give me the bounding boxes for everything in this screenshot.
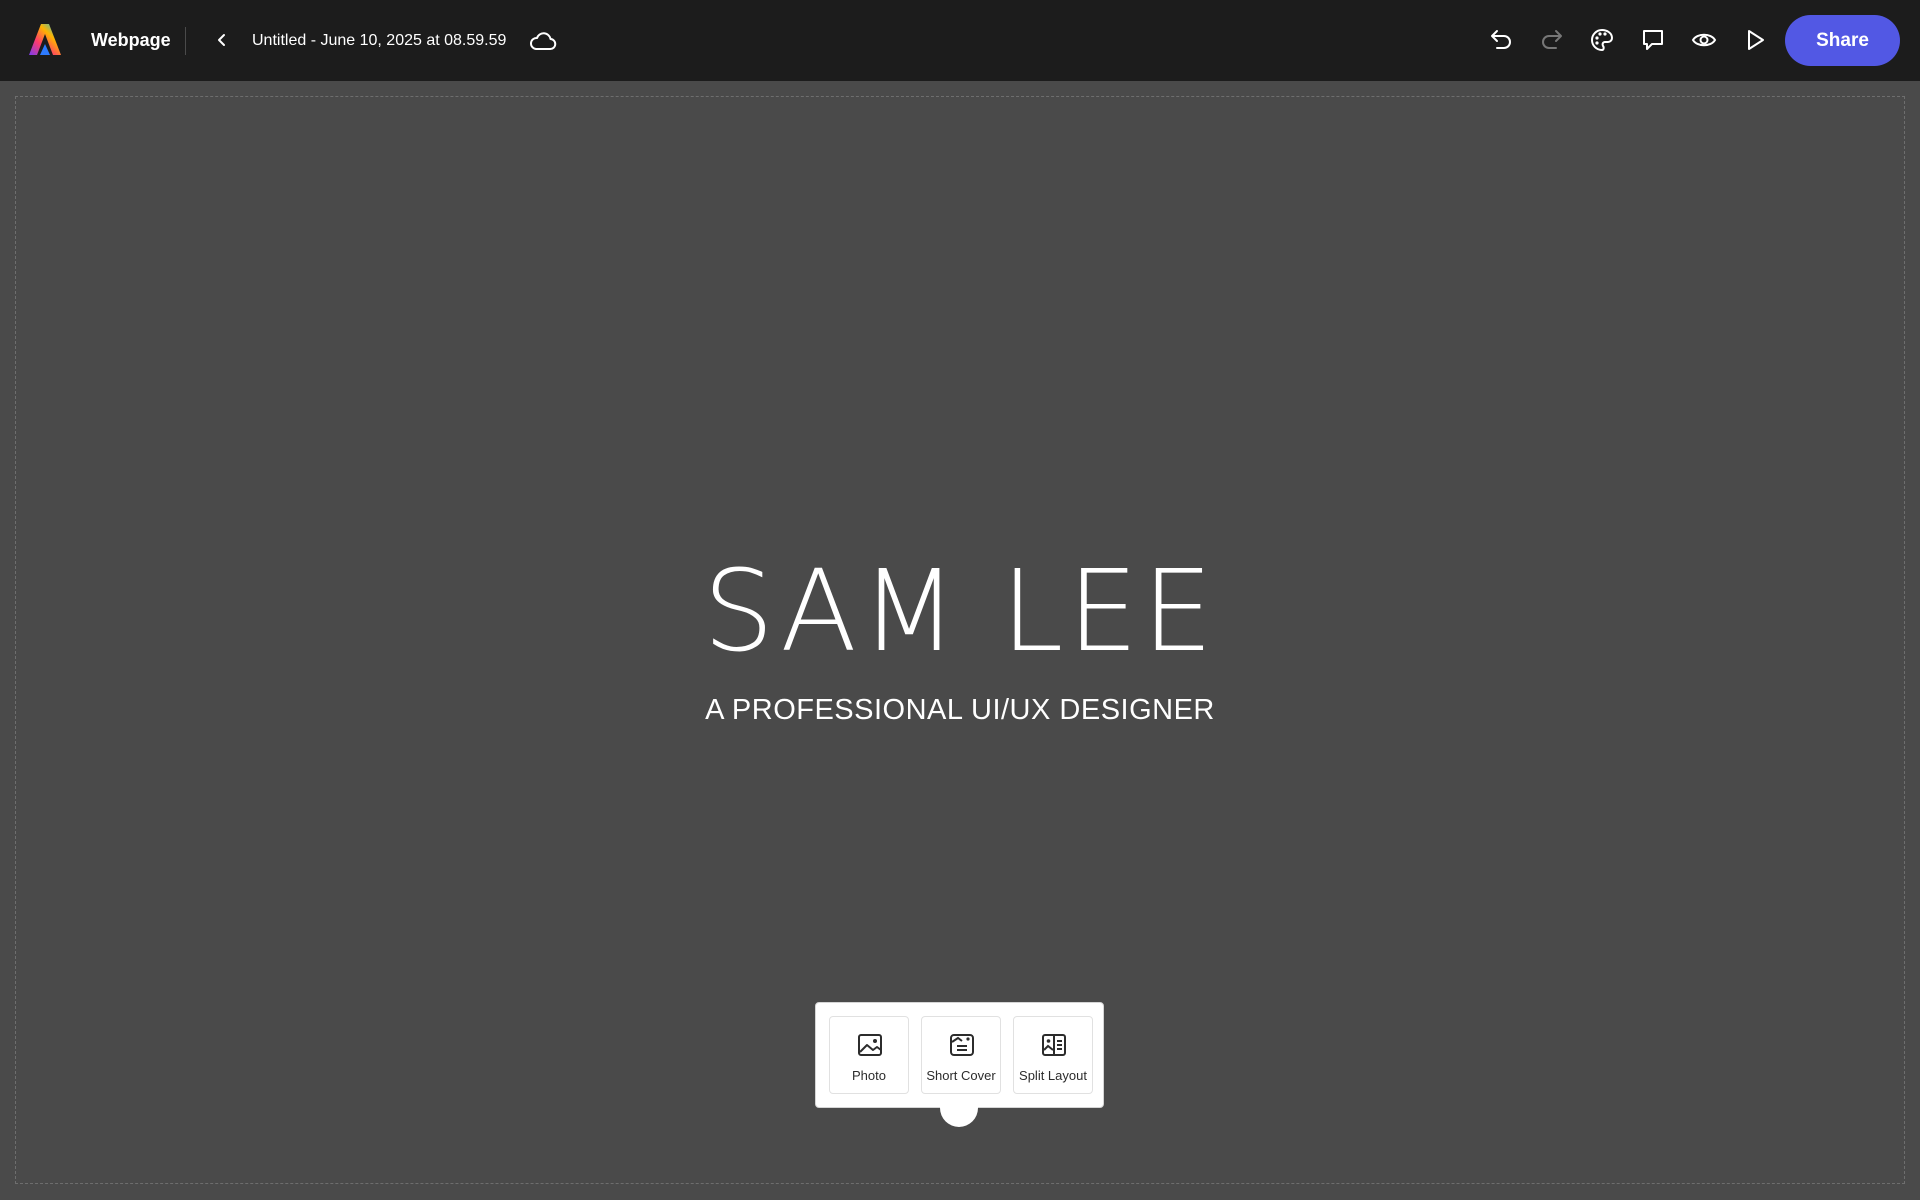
adobe-express-logo[interactable] <box>28 22 62 58</box>
block-option-split-layout[interactable]: Split Layout <box>1013 1016 1093 1094</box>
document-title[interactable]: Untitled - June 10, 2025 at 08.59.59 <box>252 0 506 81</box>
top-toolbar: Webpage Untitled - June 10, 2025 at 08.5… <box>0 0 1920 81</box>
hero-title[interactable]: SAM LEE <box>0 547 1920 677</box>
undo-icon[interactable] <box>1483 22 1519 58</box>
cloud-icon[interactable] <box>526 24 560 58</box>
block-option-label: Split Layout <box>1019 1068 1087 1083</box>
split-layout-icon <box>1040 1031 1068 1059</box>
block-option-photo[interactable]: Photo <box>829 1016 909 1094</box>
hero-subtitle[interactable]: A PROFESSIONAL UI/UX DESIGNER <box>0 694 1920 727</box>
play-icon[interactable] <box>1737 22 1773 58</box>
preview-eye-icon[interactable] <box>1686 22 1722 58</box>
back-chevron-icon[interactable] <box>206 24 238 56</box>
block-option-label: Photo <box>852 1068 886 1083</box>
block-picker: Photo Short Cover Split Layout <box>815 1002 1104 1108</box>
short-cover-icon <box>948 1031 976 1059</box>
share-button[interactable]: Share <box>1785 15 1900 66</box>
theme-palette-icon[interactable] <box>1584 22 1620 58</box>
app-name: Webpage <box>91 30 171 50</box>
redo-icon[interactable] <box>1534 22 1570 58</box>
comment-icon[interactable] <box>1635 22 1671 58</box>
photo-icon <box>856 1031 884 1059</box>
header-divider <box>185 27 186 55</box>
block-option-short-cover[interactable]: Short Cover <box>921 1016 1001 1094</box>
block-option-label: Short Cover <box>926 1068 996 1083</box>
